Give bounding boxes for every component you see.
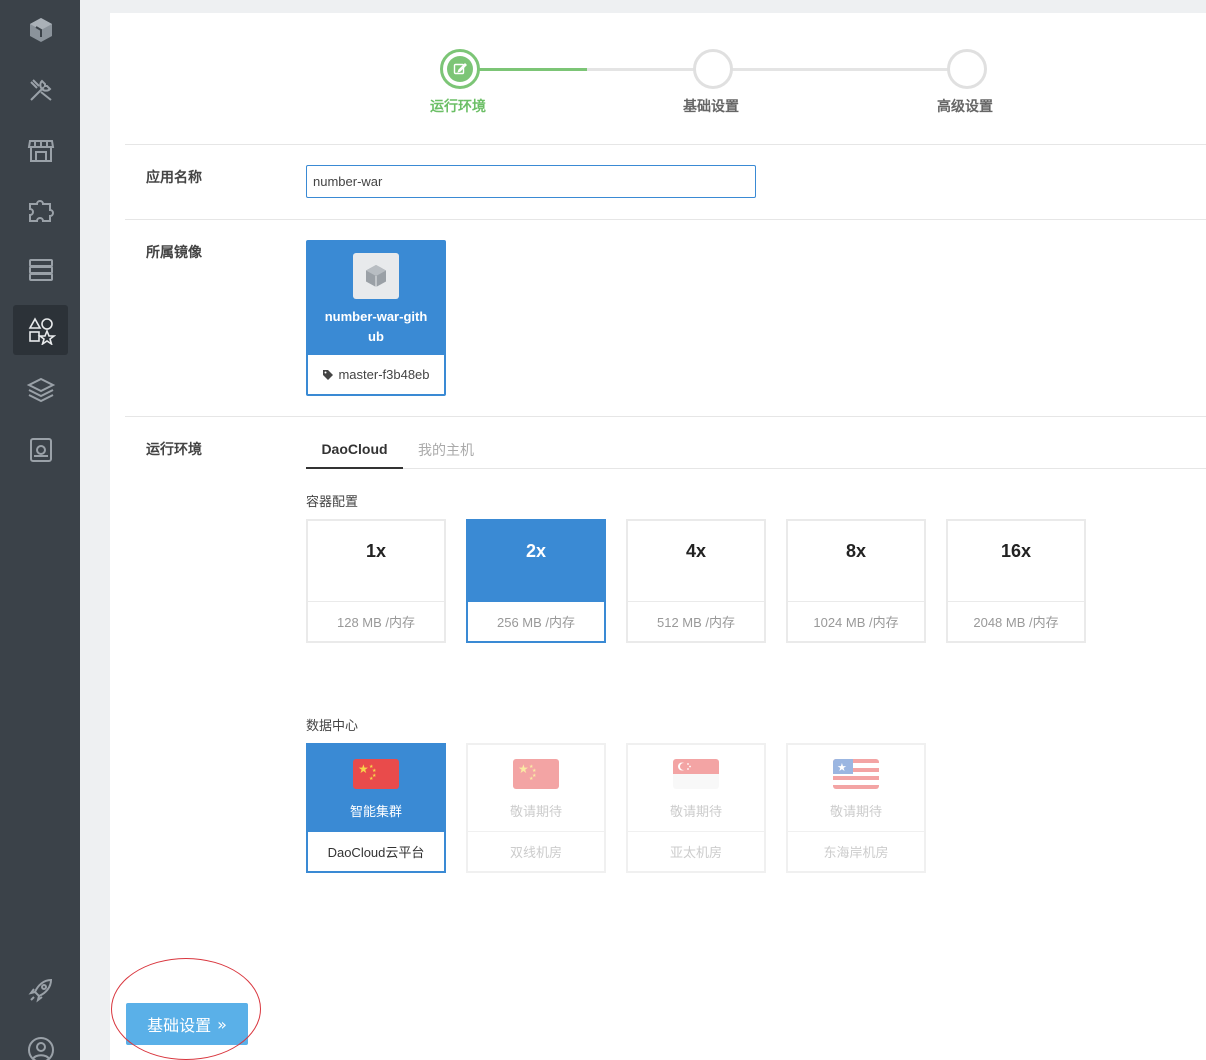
double-chevron-right-icon: » xyxy=(217,1014,227,1034)
step-circle-basic[interactable] xyxy=(693,49,733,89)
image-name: number-war-github xyxy=(324,309,428,344)
memory-label: 512 MB /内存 xyxy=(628,601,764,641)
datacenter-option-asia-pacific: 敬请期待 亚太机房 xyxy=(626,743,766,873)
datacenter-option-dual-line: ★ ★ ★ ★ ★ 敬请期待 双线机房 xyxy=(466,743,606,873)
usa-flag-icon: ★ xyxy=(833,759,879,789)
image-tag: master-f3b48eb xyxy=(338,367,430,382)
datacenter-name: 东海岸机房 xyxy=(788,831,924,871)
sidebar-item-tools[interactable] xyxy=(13,65,68,115)
runtime-label: 运行环境 xyxy=(146,441,202,457)
sidebar xyxy=(0,0,80,1060)
size-label: 16x xyxy=(1000,540,1032,561)
size-option-4x[interactable]: 4x 512 MB /内存 xyxy=(626,519,766,643)
tab-daocloud[interactable]: DaoCloud xyxy=(306,431,403,469)
china-flag-icon: ★ ★ ★ ★ ★ xyxy=(353,759,399,789)
puzzle-icon xyxy=(28,200,54,222)
size-option-16x[interactable]: 16x 2048 MB /内存 xyxy=(946,519,1086,643)
server-icon xyxy=(28,259,53,281)
memory-label: 2048 MB /内存 xyxy=(948,601,1084,641)
svg-text:★: ★ xyxy=(529,776,534,782)
image-card[interactable]: number-war-github master-f3b48eb xyxy=(306,240,446,396)
sidebar-item-account[interactable] xyxy=(13,1025,68,1060)
next-basic-settings-button[interactable]: 基础设置 » xyxy=(126,1003,248,1045)
image-label: 所属镜像 xyxy=(146,244,202,260)
logo-cube-icon xyxy=(29,18,52,42)
next-button-label: 基础设置 xyxy=(147,1016,212,1035)
datacenter-label: 敬请期待 xyxy=(829,804,882,819)
tools-icon xyxy=(29,79,52,101)
size-label: 2x xyxy=(468,521,604,601)
tag-icon xyxy=(323,369,334,380)
store-icon xyxy=(27,140,54,162)
datacenter-label: 敬请期待 xyxy=(669,804,722,819)
sidebar-item-hosts[interactable] xyxy=(13,245,68,295)
sidebar-item-logo[interactable] xyxy=(13,5,68,55)
step-label-runtime[interactable]: 运行环境 xyxy=(398,96,518,116)
size-label: 1x xyxy=(365,540,387,561)
package-cube-icon xyxy=(353,253,399,299)
step-circle-advanced[interactable] xyxy=(947,49,987,89)
user-icon xyxy=(27,1037,54,1060)
shapes-icon xyxy=(28,317,56,345)
singapore-flag-icon xyxy=(673,759,719,789)
memory-label: 1024 MB /内存 xyxy=(788,601,924,641)
step-line-pending xyxy=(731,68,953,71)
datacenter-label: 敬请期待 xyxy=(509,804,562,819)
runtime-tabs: DaoCloud 我的主机 xyxy=(306,431,1206,469)
datacenter-option-east-coast: ★ 敬请期待 东海岸机房 xyxy=(786,743,926,873)
edit-icon xyxy=(453,63,467,75)
tab-my-hosts[interactable]: 我的主机 xyxy=(403,431,489,469)
memory-label: 256 MB /内存 xyxy=(468,601,604,641)
step-circle-runtime[interactable] xyxy=(440,49,480,89)
svg-text:★: ★ xyxy=(369,776,374,782)
china-flag-icon: ★ ★ ★ ★ ★ xyxy=(513,759,559,789)
size-label: 4x xyxy=(685,540,707,561)
divider xyxy=(125,416,1206,417)
datacenter-option-daocloud[interactable]: ★ ★ ★ ★ ★ 智能集群 DaoCloud云平台 xyxy=(306,743,446,873)
datacenter-title: 数据中心 xyxy=(306,718,359,733)
app-name-label: 应用名称 xyxy=(146,169,202,185)
datacenter-name: DaoCloud云平台 xyxy=(308,831,444,871)
divider xyxy=(125,219,1206,220)
size-option-1x[interactable]: 1x 128 MB /内存 xyxy=(306,519,446,643)
svg-text:★: ★ xyxy=(837,761,847,774)
svg-text:★: ★ xyxy=(518,762,529,776)
size-option-8x[interactable]: 8x 1024 MB /内存 xyxy=(786,519,926,643)
step-label-basic[interactable]: 基础设置 xyxy=(651,96,771,116)
datacenter-name: 亚太机房 xyxy=(628,831,764,871)
step-label-advanced[interactable]: 高级设置 xyxy=(905,96,1025,116)
sidebar-item-storage[interactable] xyxy=(13,425,68,475)
sidebar-item-apps[interactable] xyxy=(13,305,68,355)
datacenter-name: 双线机房 xyxy=(468,831,604,871)
datacenter-label: 智能集群 xyxy=(349,804,402,819)
size-label: 8x xyxy=(845,540,867,561)
sidebar-item-layers[interactable] xyxy=(13,365,68,415)
main-panel: 运行环境 基础设置 高级设置 应用名称 所属镜像 number-war-gith… xyxy=(110,13,1206,1060)
sidebar-item-launch[interactable] xyxy=(13,965,68,1015)
layers-icon xyxy=(26,377,55,403)
container-config-title: 容器配置 xyxy=(306,494,359,509)
memory-label: 128 MB /内存 xyxy=(308,601,444,641)
svg-text:★: ★ xyxy=(358,762,369,776)
sidebar-item-plugins[interactable] xyxy=(13,185,68,235)
disk-icon xyxy=(29,438,52,462)
sidebar-item-store[interactable] xyxy=(13,125,68,175)
rocket-icon xyxy=(28,978,52,1003)
divider xyxy=(125,144,1206,145)
size-option-2x[interactable]: 2x 256 MB /内存 xyxy=(466,519,606,643)
app-name-input[interactable] xyxy=(306,165,756,198)
